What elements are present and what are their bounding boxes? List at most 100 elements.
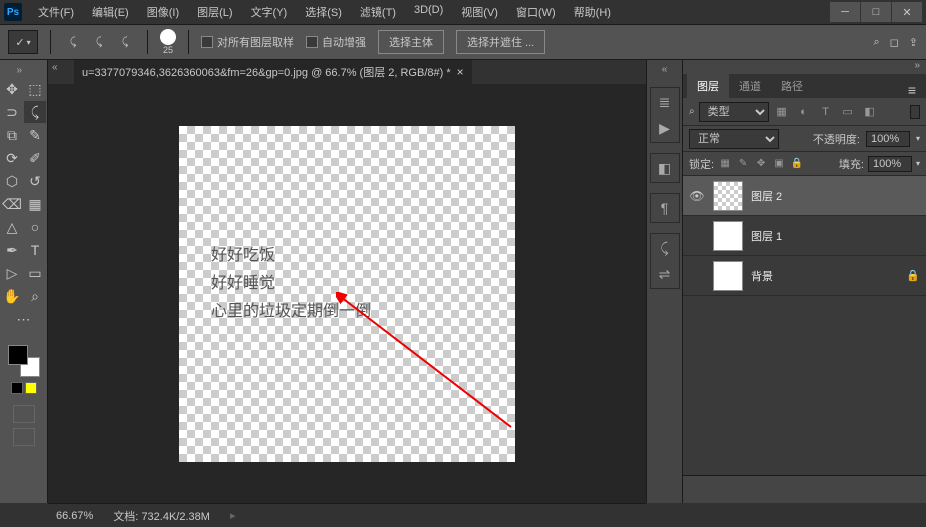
panel-collapse[interactable]: » bbox=[683, 60, 926, 74]
lock-pixels-icon[interactable]: ✎ bbox=[736, 157, 750, 171]
layer-thumbnail[interactable] bbox=[713, 221, 743, 251]
menu-layer[interactable]: 图层(L) bbox=[189, 1, 240, 23]
visibility-toggle[interactable] bbox=[689, 228, 705, 244]
blur-tool[interactable]: △ bbox=[1, 216, 23, 238]
brush-variant-1[interactable]: ⤹ bbox=[63, 32, 83, 52]
eraser-tool[interactable]: ⌫ bbox=[1, 193, 23, 215]
pen-tool[interactable]: ✒ bbox=[1, 239, 23, 261]
document-tab[interactable]: u=3377079346,3626360063&fm=26&gp=0.jpg @… bbox=[74, 60, 472, 84]
blend-mode-select[interactable]: 正常 bbox=[689, 129, 779, 149]
gradient-tool[interactable]: ▦ bbox=[24, 193, 46, 215]
lock-artboard-icon[interactable]: ▣ bbox=[772, 157, 786, 171]
brush-preview[interactable]: 25 bbox=[160, 29, 176, 55]
panel-menu[interactable]: ≡ bbox=[902, 82, 922, 98]
healing-tool[interactable]: ⟳ bbox=[1, 147, 23, 169]
filter-smart-icon[interactable]: ◧ bbox=[861, 103, 879, 121]
lasso-tool[interactable]: ⊃ bbox=[1, 101, 23, 123]
properties-panel-icon[interactable]: ◧ bbox=[653, 156, 677, 180]
sample-all-checkbox[interactable] bbox=[201, 36, 213, 48]
layer-thumbnail[interactable] bbox=[713, 181, 743, 211]
fill-label: 填充: bbox=[839, 156, 864, 172]
layer-name[interactable]: 背景 bbox=[751, 268, 773, 284]
menu-help[interactable]: 帮助(H) bbox=[566, 1, 619, 23]
doc-collapse[interactable]: « bbox=[52, 62, 58, 73]
mini-swatch-2[interactable] bbox=[25, 382, 37, 394]
move-tool[interactable]: ✥ bbox=[1, 78, 23, 100]
canvas-area[interactable]: 好好吃饭 好好睡觉 心里的垃圾定期倒一倒 bbox=[48, 84, 646, 503]
search-icon[interactable]: ⌕ bbox=[873, 36, 879, 49]
workspace-icon[interactable]: ◻ bbox=[890, 36, 899, 49]
actions-panel-icon[interactable]: ▶ bbox=[653, 116, 677, 140]
shape-tool[interactable]: ▭ bbox=[24, 262, 46, 284]
screen-mode[interactable] bbox=[13, 428, 35, 446]
brush-variant-3[interactable]: ⤹ bbox=[115, 32, 135, 52]
brush-variant-2[interactable]: ⤹ bbox=[89, 32, 109, 52]
window-maximize[interactable]: □ bbox=[861, 2, 891, 22]
layer-item[interactable]: 图层 1 bbox=[683, 216, 926, 256]
quick-mask-mode[interactable] bbox=[13, 405, 35, 423]
auto-enhance-checkbox[interactable] bbox=[306, 36, 318, 48]
brush-settings-icon[interactable]: ⇌ bbox=[653, 262, 677, 286]
filter-type-icon[interactable]: T bbox=[817, 103, 835, 121]
document-tab-close[interactable]: × bbox=[457, 65, 464, 79]
layer-thumbnail[interactable] bbox=[713, 261, 743, 291]
lock-all-icon[interactable]: 🔒 bbox=[790, 157, 804, 171]
brush-panel-icon[interactable]: ⤹ bbox=[653, 236, 677, 260]
color-swatches[interactable] bbox=[8, 345, 40, 377]
share-icon[interactable]: ⇪ bbox=[909, 36, 918, 49]
hand-tool[interactable]: ✋ bbox=[1, 285, 23, 307]
history-brush-tool[interactable]: ↺ bbox=[24, 170, 46, 192]
channels-tab[interactable]: 通道 bbox=[729, 74, 771, 98]
opacity-input[interactable] bbox=[866, 131, 910, 147]
window-close[interactable]: ✕ bbox=[892, 2, 922, 22]
filter-pixel-icon[interactable]: ▦ bbox=[773, 103, 791, 121]
window-minimize[interactable]: ─ bbox=[830, 2, 860, 22]
filter-type-select[interactable]: 类型 bbox=[699, 102, 769, 122]
crop-tool[interactable]: ⧉ bbox=[1, 124, 23, 146]
lock-position-icon[interactable]: ✥ bbox=[754, 157, 768, 171]
menu-type[interactable]: 文字(Y) bbox=[243, 1, 296, 23]
filter-adjust-icon[interactable]: ◐ bbox=[795, 103, 813, 121]
layers-tab[interactable]: 图层 bbox=[687, 74, 729, 98]
menu-window[interactable]: 窗口(W) bbox=[508, 1, 564, 23]
quick-select-tool[interactable]: ⤹ bbox=[24, 101, 46, 123]
visibility-toggle[interactable]: 👁 bbox=[689, 188, 705, 204]
paragraph-panel-icon[interactable]: ¶ bbox=[653, 196, 677, 220]
edit-toolbar[interactable]: ⋯ bbox=[13, 308, 35, 330]
zoom-level[interactable]: 66.67% bbox=[56, 510, 93, 522]
menu-view[interactable]: 视图(V) bbox=[453, 1, 506, 23]
zoom-tool[interactable]: ⌕ bbox=[24, 285, 46, 307]
menu-image[interactable]: 图像(I) bbox=[139, 1, 187, 23]
layer-name[interactable]: 图层 1 bbox=[751, 228, 782, 244]
dodge-tool[interactable]: ○ bbox=[24, 216, 46, 238]
eyedropper-tool[interactable]: ✎ bbox=[24, 124, 46, 146]
status-chevron[interactable]: ▸ bbox=[230, 509, 236, 522]
layer-item[interactable]: 背景 🔒 bbox=[683, 256, 926, 296]
fill-input[interactable] bbox=[868, 156, 912, 172]
paths-tab[interactable]: 路径 bbox=[771, 74, 813, 98]
tools-collapse[interactable] bbox=[17, 64, 31, 74]
foreground-color[interactable] bbox=[8, 345, 28, 365]
menu-3d[interactable]: 3D(D) bbox=[406, 1, 451, 23]
lock-transparency-icon[interactable]: ▦ bbox=[718, 157, 732, 171]
layer-name[interactable]: 图层 2 bbox=[751, 188, 782, 204]
menu-select[interactable]: 选择(S) bbox=[297, 1, 350, 23]
menu-file[interactable]: 文件(F) bbox=[30, 1, 82, 23]
visibility-toggle[interactable] bbox=[689, 268, 705, 284]
collapsed-expand[interactable]: « bbox=[662, 64, 668, 75]
path-select-tool[interactable]: ▷ bbox=[1, 262, 23, 284]
stamp-tool[interactable]: ⬡ bbox=[1, 170, 23, 192]
filter-toggle[interactable] bbox=[910, 105, 920, 119]
type-tool[interactable]: T bbox=[24, 239, 46, 261]
history-panel-icon[interactable]: ≣ bbox=[653, 90, 677, 114]
tool-preset-picker[interactable]: ✓ ▾ bbox=[8, 30, 38, 54]
menu-edit[interactable]: 编辑(E) bbox=[84, 1, 137, 23]
brush-tool[interactable]: ✐ bbox=[24, 147, 46, 169]
layer-item[interactable]: 👁 图层 2 bbox=[683, 176, 926, 216]
artboard-tool[interactable]: ⬚ bbox=[24, 78, 46, 100]
select-and-mask-button[interactable]: 选择并遮住 ... bbox=[456, 30, 545, 54]
select-subject-button[interactable]: 选择主体 bbox=[378, 30, 444, 54]
menu-filter[interactable]: 滤镜(T) bbox=[352, 1, 404, 23]
mini-swatch-1[interactable] bbox=[11, 382, 23, 394]
filter-shape-icon[interactable]: ▭ bbox=[839, 103, 857, 121]
